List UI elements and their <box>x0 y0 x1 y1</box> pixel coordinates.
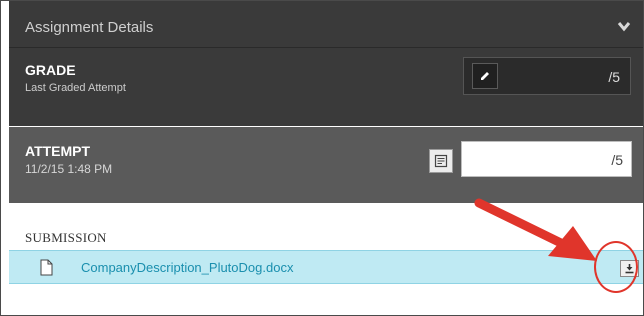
document-icon <box>40 259 53 276</box>
attempt-section: ATTEMPT 11/2/15 1:48 PM /5 <box>9 127 643 203</box>
grade-subtitle: Last Graded Attempt <box>25 82 126 94</box>
feedback-icon[interactable] <box>429 149 453 173</box>
attempt-out-of: /5 <box>611 152 623 168</box>
grade-display: /5 <box>463 57 631 95</box>
assignment-details-header[interactable]: Assignment Details <box>9 1 643 48</box>
submission-file-row: CompanyDescription_PlutoDog.docx <box>9 250 643 284</box>
submission-file-link[interactable]: CompanyDescription_PlutoDog.docx <box>81 260 293 275</box>
chevron-down-icon[interactable] <box>617 19 631 33</box>
attempt-grade-input[interactable]: /5 <box>461 141 632 177</box>
grade-out-of: /5 <box>608 69 620 85</box>
grade-title: GRADE <box>25 62 76 78</box>
submission-label: SUBMISSION <box>25 230 107 245</box>
pencil-icon[interactable] <box>472 63 498 89</box>
callout-circle <box>594 241 638 293</box>
attempt-date: 11/2/15 1:48 PM <box>25 162 113 176</box>
attempt-title: ATTEMPT <box>25 143 91 159</box>
assignment-details-title: Assignment Details <box>25 19 154 36</box>
grade-section: GRADE Last Graded Attempt /5 <box>9 48 643 126</box>
assignment-panel: Assignment Details GRADE Last Graded Att… <box>0 0 644 316</box>
